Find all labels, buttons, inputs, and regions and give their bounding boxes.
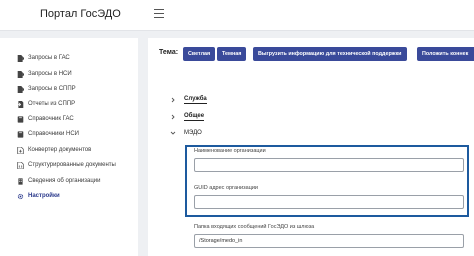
put-connector-button[interactable]: Положить коннек xyxy=(417,47,474,61)
chevron-right-icon xyxy=(171,97,175,103)
file-export-icon xyxy=(17,85,24,93)
inbox-folder-field[interactable]: /Storage/medo_in xyxy=(194,234,464,248)
dark-theme-button[interactable]: Темная xyxy=(217,47,247,61)
chevron-right-icon xyxy=(171,114,175,120)
app-header: Портал ГосЭДО xyxy=(0,0,474,31)
chevron-down-icon xyxy=(170,131,176,135)
theme-label: Тема: xyxy=(159,49,179,56)
file-convert-icon xyxy=(17,146,24,154)
guid-label: GUID адрес организации xyxy=(194,185,258,191)
sidebar-item-gas-requests[interactable]: Запросы в ГАС xyxy=(17,52,70,64)
org-name-label: Наименование организации xyxy=(194,148,266,154)
sidebar-item-document-converter[interactable]: Конвертер документов xyxy=(17,144,91,156)
sidebar-item-label: Конвертер документов xyxy=(28,147,92,153)
section-general[interactable]: Общее xyxy=(170,113,205,121)
section-medo-label: МЭДО xyxy=(184,130,202,136)
file-export-icon xyxy=(17,70,24,78)
sidebar-item-label: Запросы в ГАС xyxy=(28,55,70,61)
inbox-folder-label: Папка входящих сообщений ГосЭДО из шлюза xyxy=(194,224,315,230)
sidebar-item-label: Запросы в СППР xyxy=(28,86,76,92)
org-name-field[interactable] xyxy=(194,158,464,172)
guid-field[interactable] xyxy=(194,195,464,209)
sidebar-item-gas-directory[interactable]: Справочник ГАС xyxy=(17,113,74,125)
gear-icon xyxy=(17,193,24,199)
file-export-icon xyxy=(17,54,24,62)
sidebar-item-label: Сведения об организации xyxy=(28,178,101,184)
book-icon xyxy=(17,115,24,123)
sidebar-item-nsi-requests[interactable]: Запросы в НСИ xyxy=(17,68,72,80)
section-medo[interactable]: МЭДО xyxy=(170,130,202,136)
sidebar-item-label: Структурированные документы xyxy=(28,162,116,168)
settings-panel: Тема: Светлая Темная Выгрузить информаци… xyxy=(148,38,474,256)
file-code-icon xyxy=(17,161,24,169)
section-general-label: Общее xyxy=(184,113,205,121)
section-service-label: Служба xyxy=(184,96,207,104)
sidebar-item-label: Запросы в НСИ xyxy=(28,71,72,77)
hamburger-menu-icon[interactable] xyxy=(154,9,164,18)
sidebar-item-label: Отчеты из СППР xyxy=(28,101,76,107)
sidebar: Запросы в ГАС Запросы в НСИ Запросы в СП… xyxy=(0,38,138,256)
sidebar-item-structured-documents[interactable]: Структурированные документы xyxy=(17,159,116,171)
section-service[interactable]: Служба xyxy=(170,96,207,104)
sidebar-item-sppr-requests[interactable]: Запросы в СППР xyxy=(17,83,76,95)
sidebar-item-label: Настройки xyxy=(28,193,60,199)
download-support-info-button[interactable]: Выгрузить информацию для технической под… xyxy=(253,47,407,61)
sidebar-item-nsi-directories[interactable]: Справочники НСИ xyxy=(17,128,79,140)
sidebar-item-label: Справочник ГАС xyxy=(28,116,74,122)
sidebar-item-label: Справочники НСИ xyxy=(28,131,79,137)
app-title: Портал ГосЭДО xyxy=(40,8,121,20)
sidebar-item-organization-info[interactable]: Сведения об организации xyxy=(17,175,100,187)
building-icon xyxy=(18,177,23,185)
sidebar-item-settings[interactable]: Настройки xyxy=(17,190,60,202)
file-import-icon xyxy=(17,100,24,108)
light-theme-button[interactable]: Светлая xyxy=(183,47,216,61)
sidebar-item-sppr-reports[interactable]: Отчеты из СППР xyxy=(17,98,75,110)
book-icon xyxy=(17,130,24,138)
